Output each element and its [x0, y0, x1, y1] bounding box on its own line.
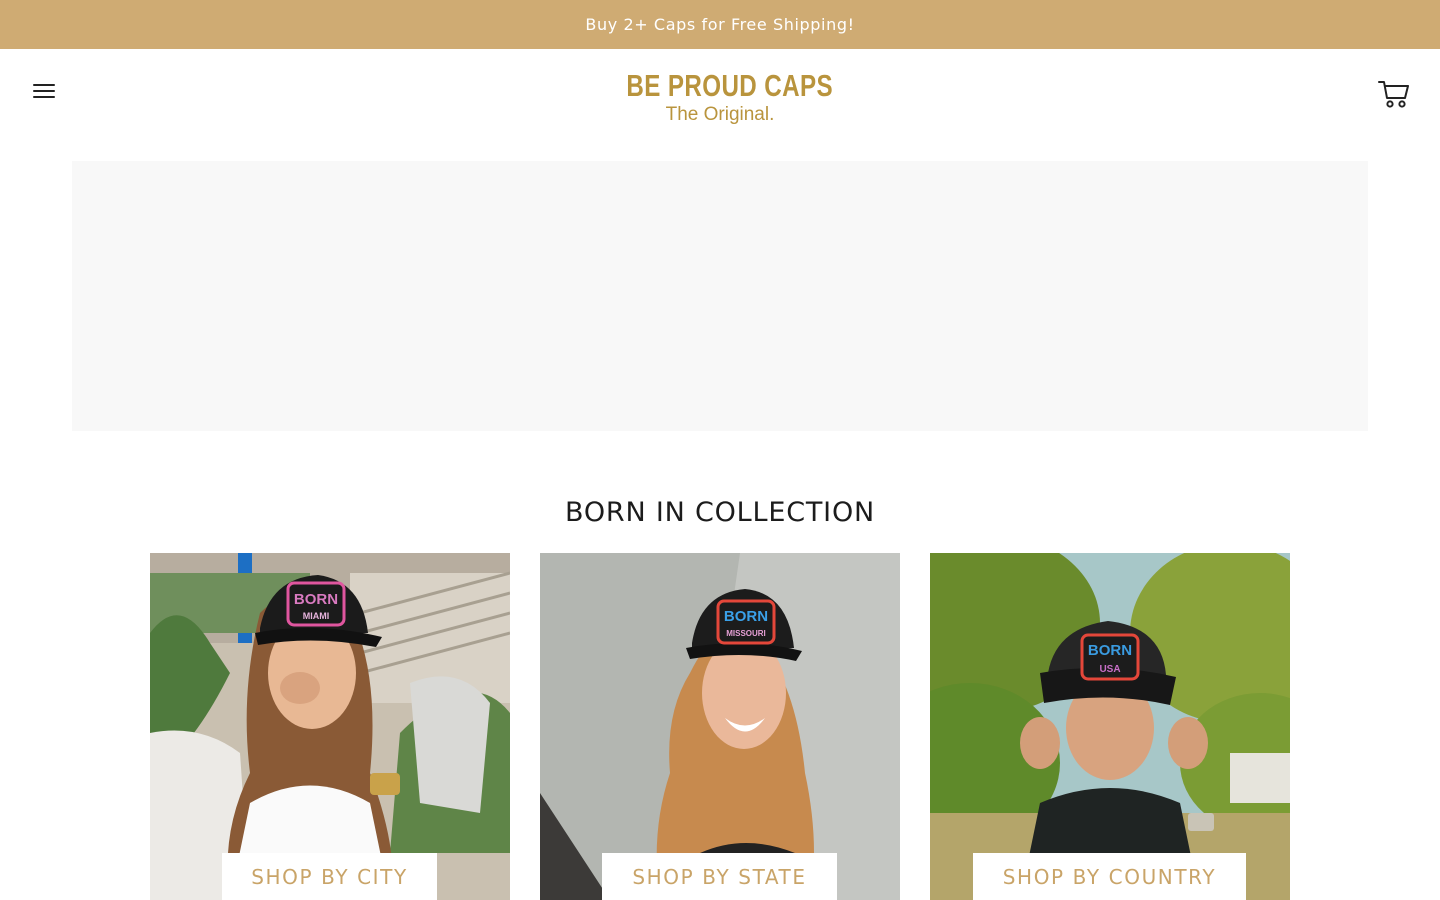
country-cap-photo: BORN USA [930, 553, 1290, 900]
site-header: BE PROUD CAPS The Original. [0, 49, 1440, 160]
shopping-cart-icon[interactable] [1378, 79, 1410, 109]
svg-text:BORN: BORN [294, 591, 338, 608]
collection-card-state[interactable]: BORN MISSOURI SHOP BY STATE [540, 553, 900, 900]
logo-title: BE PROUD CAPS [626, 68, 834, 103]
svg-text:MISSOURI: MISSOURI [726, 629, 766, 638]
hamburger-menu-icon[interactable] [33, 81, 57, 103]
svg-text:MIAMI: MIAMI [303, 611, 330, 621]
shop-by-state-button[interactable]: SHOP BY STATE [602, 853, 837, 900]
state-cap-photo: BORN MISSOURI [540, 553, 900, 900]
announcement-text: Buy 2+ Caps for Free Shipping! [585, 15, 855, 34]
svg-text:USA: USA [1099, 664, 1120, 675]
shop-by-country-button[interactable]: SHOP BY COUNTRY [973, 853, 1246, 900]
shop-by-city-button[interactable]: SHOP BY CITY [222, 853, 437, 900]
hero-banner[interactable] [72, 161, 1368, 431]
collection-card-city[interactable]: BORN MIAMI SHOP BY CITY [150, 553, 510, 900]
svg-text:BORN: BORN [724, 608, 768, 625]
section-title: BORN IN COLLECTION [565, 497, 875, 528]
svg-text:BORN: BORN [1088, 642, 1132, 659]
logo-tagline: The Original. [665, 104, 775, 125]
announcement-bar: Buy 2+ Caps for Free Shipping! [0, 0, 1440, 49]
site-logo[interactable]: BE PROUD CAPS The Original. [600, 69, 840, 126]
city-cap-photo: BORN MIAMI [150, 553, 510, 900]
collection-card-country[interactable]: BORN USA SHOP BY COUNTRY [930, 553, 1290, 900]
